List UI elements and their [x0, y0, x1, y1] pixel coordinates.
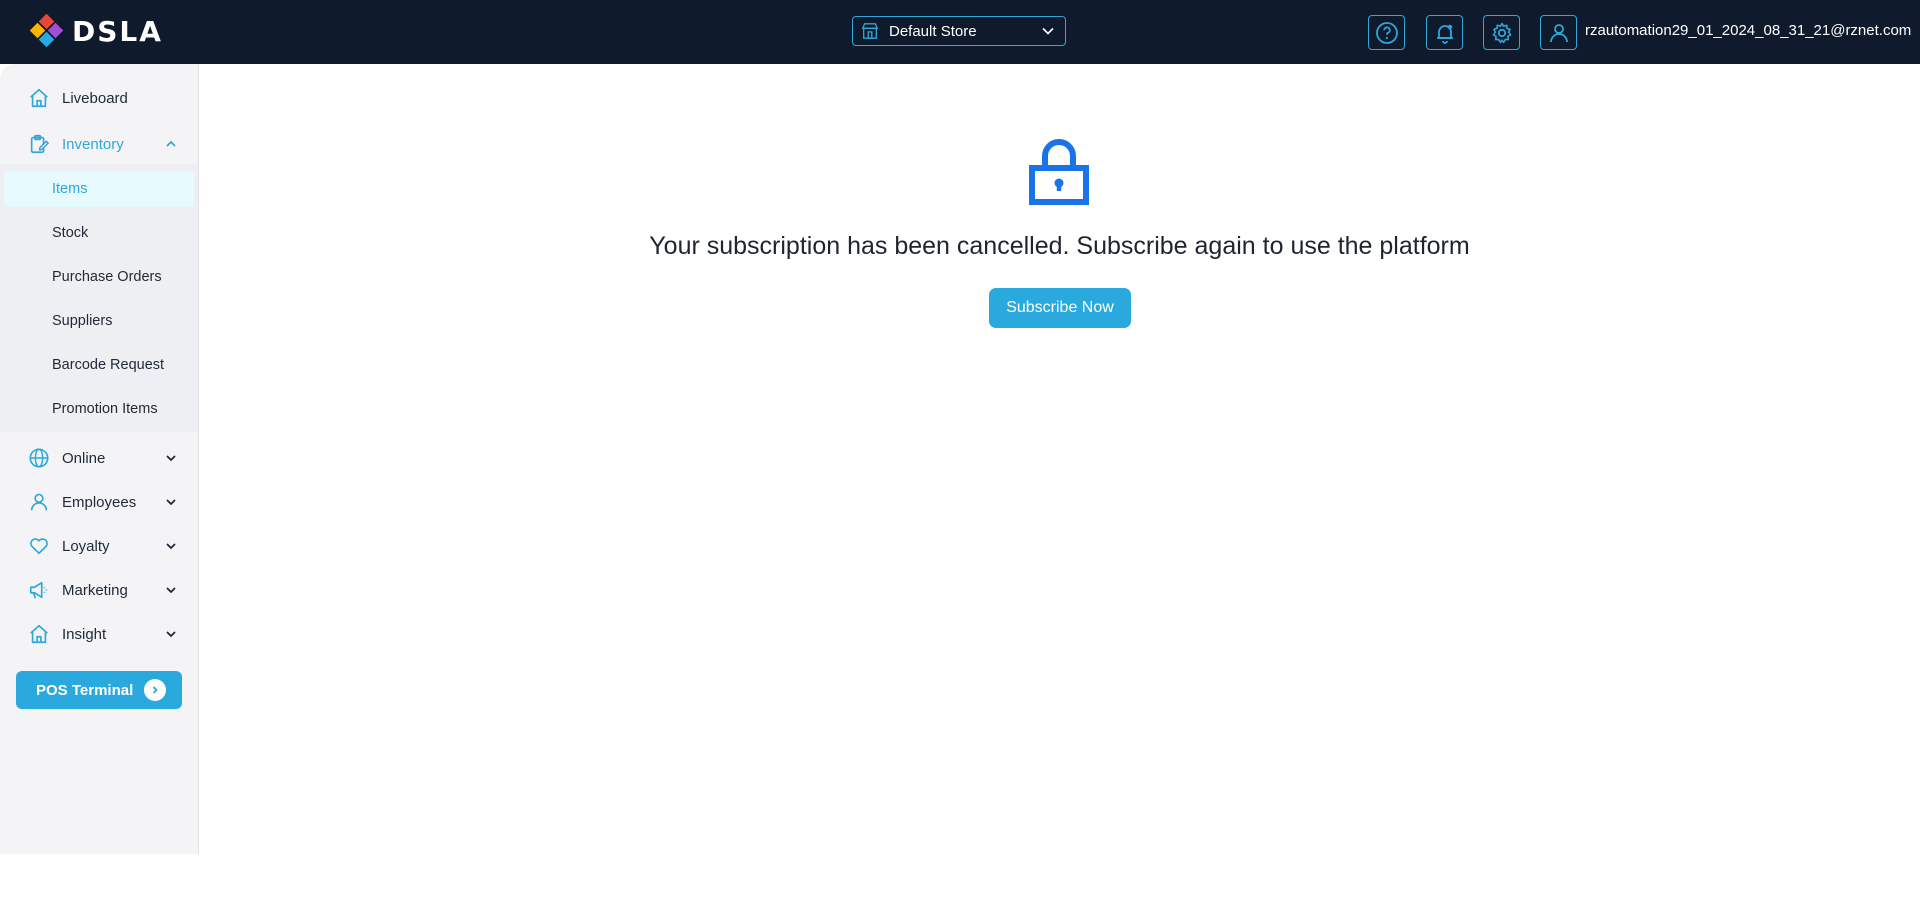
- sidebar-subitem-barcode-request[interactable]: Barcode Request: [4, 347, 194, 383]
- subitem-label: Suppliers: [52, 313, 113, 329]
- subscription-cancelled-message: Your subscription has been cancelled. Su…: [649, 232, 1470, 260]
- subitem-label: Purchase Orders: [52, 269, 162, 285]
- sidebar: Liveboard Inventory Items Stock Purchase…: [0, 64, 199, 854]
- sidebar-item-online[interactable]: Online: [0, 440, 198, 476]
- globe-icon: [29, 448, 49, 468]
- sidebar-item-label: Liveboard: [62, 89, 128, 107]
- main-content: Your subscription has been cancelled. Su…: [199, 64, 1920, 854]
- subitem-label: Promotion Items: [52, 401, 158, 417]
- sidebar-item-label: Inventory: [62, 135, 124, 153]
- lock-icon: [1029, 139, 1089, 205]
- sidebar-subitem-promotion-items[interactable]: Promotion Items: [4, 391, 194, 427]
- inventory-submenu: Items Stock Purchase Orders Suppliers Ba…: [0, 164, 198, 432]
- sidebar-item-label: Employees: [62, 493, 137, 511]
- sidebar-item-label: Online: [62, 449, 106, 467]
- megaphone-icon: [29, 581, 48, 599]
- help-button[interactable]: [1368, 15, 1405, 50]
- sidebar-item-loyalty[interactable]: Loyalty: [0, 528, 198, 564]
- sidebar-item-employees[interactable]: Employees: [0, 484, 198, 520]
- help-icon: [1375, 21, 1398, 44]
- subitem-label: Stock: [52, 225, 89, 241]
- sidebar-subitem-items[interactable]: Items: [4, 171, 194, 207]
- chevron-down-icon: [166, 587, 176, 594]
- store-icon: [861, 23, 879, 39]
- user-email[interactable]: rzautomation29_01_2024_08_31_21@rznet.co…: [1585, 22, 1911, 39]
- chevron-down-icon: [166, 499, 176, 506]
- subitem-label: Barcode Request: [52, 357, 165, 373]
- sidebar-subitem-suppliers[interactable]: Suppliers: [4, 303, 194, 339]
- user-icon: [30, 493, 48, 511]
- logo-icon: [30, 14, 64, 48]
- notifications-button[interactable]: [1426, 15, 1463, 50]
- chevron-down-icon: [166, 455, 176, 462]
- sidebar-item-insight[interactable]: Insight: [0, 616, 198, 652]
- sidebar-item-marketing[interactable]: Marketing: [0, 572, 198, 608]
- sidebar-item-inventory[interactable]: Inventory: [0, 126, 198, 162]
- sidebar-item-liveboard[interactable]: Liveboard: [0, 80, 198, 116]
- gear-icon: [1492, 22, 1511, 43]
- top-bar: DSLA Default Store rzautomation29_01_202…: [0, 0, 1920, 64]
- subitem-label: Items: [52, 181, 88, 197]
- home-icon: [30, 88, 48, 108]
- store-selector[interactable]: Default Store: [852, 16, 1066, 46]
- sidebar-subitem-stock[interactable]: Stock: [4, 215, 194, 251]
- home-icon: [30, 624, 48, 644]
- chevron-down-icon: [166, 631, 176, 638]
- bell-icon: [1436, 24, 1453, 44]
- chevron-right-icon: [144, 679, 166, 701]
- sidebar-item-label: Marketing: [62, 581, 128, 599]
- logo-text: DSLA: [72, 14, 163, 48]
- logo[interactable]: DSLA: [30, 14, 163, 48]
- subscribe-now-button[interactable]: Subscribe Now: [989, 288, 1131, 328]
- sidebar-item-label: Loyalty: [62, 537, 110, 555]
- user-icon: [1549, 23, 1568, 42]
- pos-terminal-button[interactable]: POS Terminal: [16, 671, 182, 709]
- profile-button[interactable]: [1540, 15, 1577, 50]
- app-shell: Liveboard Inventory Items Stock Purchase…: [0, 64, 1920, 854]
- chevron-up-icon: [166, 140, 176, 147]
- clipboard-icon: [30, 134, 49, 154]
- store-selector-value: Default Store: [889, 22, 977, 40]
- sidebar-subitem-purchase-orders[interactable]: Purchase Orders: [4, 259, 194, 295]
- sidebar-item-label: Insight: [62, 625, 107, 643]
- pos-terminal-label: POS Terminal: [36, 681, 134, 699]
- settings-button[interactable]: [1483, 15, 1520, 50]
- heart-icon: [30, 538, 48, 555]
- chevron-down-icon: [166, 543, 176, 550]
- chevron-down-icon: [1042, 27, 1054, 35]
